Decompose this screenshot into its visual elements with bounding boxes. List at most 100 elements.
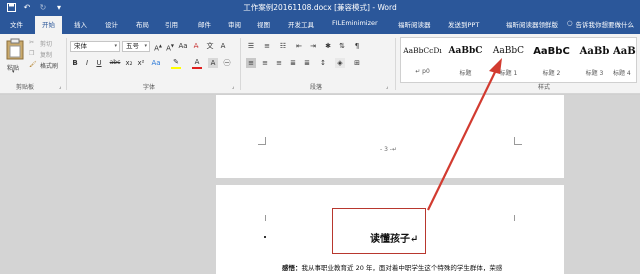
style-sample: AaBbC	[448, 46, 483, 56]
multilevel-list-icon[interactable]: ☷	[278, 41, 288, 51]
bold-button[interactable]: B	[70, 58, 80, 68]
copy-label: 复制	[40, 52, 53, 59]
highlighter-icon: ✎	[173, 58, 179, 66]
italic-button[interactable]: I	[82, 58, 92, 68]
page-number: - 3 -↵	[380, 146, 397, 153]
style-heading-2[interactable]: AaBbC 标题 2	[530, 38, 573, 82]
superscript-button[interactable]: x²	[136, 58, 146, 68]
increase-indent-icon[interactable]: ⇥	[308, 41, 318, 51]
subscript-button[interactable]: x₂	[124, 58, 134, 68]
style-heading-3[interactable]: AaBb 标题 3	[573, 38, 616, 82]
tell-me-label: 告诉我你想要做什么	[575, 21, 635, 29]
change-case-icon[interactable]: Aa	[178, 41, 188, 51]
tab-send-to-ppt[interactable]: 发送到PPT	[448, 19, 479, 29]
font-color-label: A	[194, 58, 200, 66]
underline-button[interactable]: U	[94, 58, 104, 68]
tab-insert[interactable]: 插入	[74, 19, 87, 29]
align-left-icon[interactable]: ≡	[246, 58, 256, 68]
paragraph-group-label: 段落	[310, 84, 323, 91]
chinese-layout-icon[interactable]: ✱	[323, 41, 333, 51]
font-size-value: 五号	[126, 42, 139, 50]
scissors-icon: ✂	[29, 39, 35, 46]
style-name: 标题 3	[585, 70, 604, 77]
shading-icon[interactable]: ◈	[335, 58, 345, 68]
distributed-icon[interactable]: ≣	[302, 58, 312, 68]
divider	[395, 38, 396, 90]
ribbon-tabs: 文件 开始 插入 设计 布局 引用 邮件 审阅 视图 开发工具 FILEmini…	[0, 14, 640, 34]
sort-icon[interactable]: ⇅	[337, 41, 347, 51]
enclose-characters-icon[interactable]: ㊀	[222, 58, 232, 68]
style-name: 标题 1	[499, 70, 518, 77]
tab-developer[interactable]: 开发工具	[288, 19, 314, 29]
clipboard-launcher-icon[interactable]: ⌟	[59, 84, 61, 90]
cut-label: 剪切	[40, 41, 53, 48]
font-group-label: 字体	[143, 84, 156, 91]
font-color-swatch	[192, 67, 202, 69]
tab-foxit-reader-preview[interactable]: 福昕阅读器领鲜版	[506, 19, 558, 29]
numbering-icon[interactable]: ≡	[262, 41, 272, 51]
grow-font-icon[interactable]: A▲	[153, 41, 163, 52]
tab-design[interactable]: 设计	[105, 19, 118, 29]
borders-icon[interactable]: ⊞	[352, 58, 362, 68]
align-center-icon[interactable]: ≡	[260, 58, 270, 68]
paragraph-launcher-icon[interactable]: ⌟	[386, 84, 388, 90]
shrink-font-icon[interactable]: A▼	[165, 41, 175, 52]
crop-mark	[258, 215, 266, 221]
font-color-button[interactable]: A	[192, 57, 202, 69]
ribbon: 粘贴 ▾ ✂ 剪切 ❐ 复制 🖌 格式刷 剪贴板 ⌟ 宋体 ▾ 五号 ▾ A▲ …	[0, 34, 640, 94]
style-heading-1[interactable]: AaBbC 标题 1	[487, 38, 530, 82]
tab-home[interactable]: 开始	[35, 16, 62, 34]
window-title: 工作案例20161108.docx [兼容模式] - Word	[243, 3, 397, 12]
font-launcher-icon[interactable]: ⌟	[232, 84, 234, 90]
character-border-icon[interactable]: A	[218, 41, 228, 51]
style-name: ↵ p0	[415, 68, 430, 75]
tell-me-box[interactable]: ○ 告诉我你想要做什么	[567, 19, 634, 29]
copy-button[interactable]: ❐ 复制	[29, 50, 63, 59]
style-title[interactable]: AaBbC 标题	[444, 38, 487, 82]
document-canvas[interactable]	[0, 95, 640, 274]
style-name: 标题	[459, 70, 472, 77]
highlight-color-button[interactable]: ✎	[171, 57, 181, 69]
style-heading-4[interactable]: AaB 标题 4	[613, 38, 638, 82]
copy-icon: ❐	[29, 50, 35, 57]
decrease-indent-icon[interactable]: ⇤	[294, 41, 304, 51]
style-sample: AaBbC	[533, 46, 570, 57]
font-size-select[interactable]: 五号 ▾	[122, 41, 150, 52]
tab-references[interactable]: 引用	[165, 19, 178, 29]
body-paragraph[interactable]: 感悟：我从事职业教育近 20 年，面对着中职学生这个特殊的学生群体，荣感	[282, 262, 502, 272]
phonetic-guide-icon[interactable]: 文	[205, 41, 215, 51]
style-sample: AaBb	[579, 46, 610, 57]
body-label: 感悟：	[282, 264, 302, 272]
clipboard-group-label: 剪贴板	[16, 84, 35, 91]
font-name-value: 宋体	[74, 42, 87, 50]
format-painter-button[interactable]: 🖌 格式刷	[29, 61, 63, 70]
strikethrough-button[interactable]: abc	[108, 58, 122, 68]
tab-fileminimizer[interactable]: FILEminimizer	[332, 19, 378, 27]
crop-mark	[514, 215, 522, 221]
lightbulb-icon: ○	[566, 19, 573, 27]
style-p0[interactable]: AaBbCcDı ↵ p0	[401, 38, 444, 82]
highlight-color-swatch	[171, 67, 181, 69]
document-title[interactable]: 读懂孩子↵	[370, 230, 418, 245]
align-right-icon[interactable]: ≡	[274, 58, 284, 68]
bullets-icon[interactable]: ☰	[246, 41, 256, 51]
tab-file[interactable]: 文件	[10, 19, 23, 29]
tab-review[interactable]: 审阅	[228, 19, 241, 29]
styles-gallery: AaBbCcDı ↵ p0 AaBbC 标题 AaBbC 标题 1 AaBbC …	[400, 37, 637, 83]
styles-group-label: 样式	[538, 84, 551, 91]
paste-button[interactable]: 粘贴 ▾	[4, 38, 26, 76]
show-marks-icon[interactable]: ¶	[352, 41, 362, 51]
page-previous[interactable]	[216, 95, 564, 178]
cut-button[interactable]: ✂ 剪切	[29, 39, 63, 48]
tab-layout[interactable]: 布局	[136, 19, 149, 29]
divider	[66, 38, 67, 90]
tab-view[interactable]: 视图	[257, 19, 270, 29]
font-name-select[interactable]: 宋体 ▾	[70, 41, 120, 52]
justify-icon[interactable]: ≣	[288, 58, 298, 68]
character-shading-button[interactable]: A	[208, 58, 218, 68]
clear-formatting-icon[interactable]: A̶	[191, 41, 201, 51]
tab-mailings[interactable]: 邮件	[198, 19, 211, 29]
text-effects-button[interactable]: Aa	[151, 58, 161, 68]
line-spacing-icon[interactable]: ↕	[318, 58, 328, 68]
tab-foxit-reader[interactable]: 福昕阅读器	[398, 19, 431, 29]
